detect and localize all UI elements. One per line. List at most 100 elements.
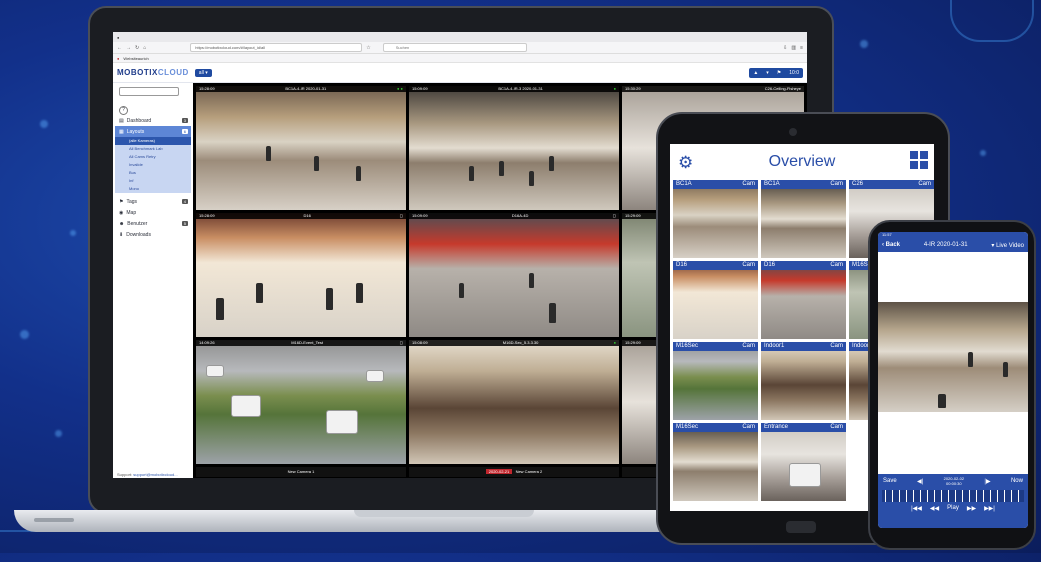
skip-start-icon[interactable]: |◀◀	[911, 505, 922, 512]
layout-item[interactable]: Invalide	[115, 161, 191, 169]
save-button[interactable]: Save	[883, 478, 897, 484]
layouts-submenu: (alle Kameras) All Benchmark Lab All Cam…	[115, 137, 191, 193]
playback-controls: Save ◀| 2020-02-02 00:00:30 |▶ Now |◀◀ ◀◀…	[878, 474, 1028, 528]
menu-icon[interactable]: ≡	[800, 45, 803, 51]
camera-time: 15:09:09	[412, 86, 428, 91]
bookmark-link[interactable]: Websiteaurich	[123, 56, 148, 61]
overview-tile[interactable]: M16Sec Cam	[673, 342, 758, 420]
layouts-icon: ▦	[119, 128, 124, 135]
camera-name: D16	[303, 213, 311, 218]
camera-label: 2020-02-21 New Camera 2	[409, 467, 619, 477]
person-figure	[549, 303, 556, 323]
browser-tab[interactable]: ●	[117, 35, 122, 40]
phone-video-feed[interactable]	[878, 302, 1028, 412]
car-shape	[231, 395, 261, 417]
live-video-toggle[interactable]: ▾ Live Video	[991, 242, 1024, 249]
overview-tile[interactable]: D16 Cam	[673, 261, 758, 339]
layout-item[interactable]: Bus	[115, 169, 191, 177]
timeline-scrubber[interactable]	[882, 490, 1024, 502]
fast-forward-icon[interactable]: ▶▶	[967, 505, 976, 512]
address-bar[interactable]: https://mobotixcloud.com/#/layout_id/all	[190, 43, 363, 52]
step-forward-icon[interactable]: |▶	[984, 478, 990, 485]
tablet-home-button[interactable]	[786, 521, 816, 533]
camera-tile[interactable]: 15:09:09 D16A-4D ◻	[409, 213, 619, 337]
sidebar-item-benutzer[interactable]: ☻ Benutzer 5	[115, 218, 191, 229]
flag-icon[interactable]: ⚑	[777, 70, 781, 76]
bell-icon[interactable]: ▲	[753, 70, 758, 76]
overview-tile[interactable]: Entrance Cam	[761, 423, 846, 501]
overview-tile[interactable]: BC1A Cam	[761, 180, 846, 258]
forward-icon[interactable]: →	[126, 45, 131, 51]
overview-tile[interactable]: D16 Cam	[761, 261, 846, 339]
tile-bar: Entrance Cam	[761, 423, 846, 432]
camera-tile[interactable]: 15:09:09 BC1A-4-IR-3 2020-01-31 ●	[409, 86, 619, 210]
download-icon[interactable]: ⇩	[783, 45, 787, 51]
overview-tile[interactable]: BC1A Cam	[673, 180, 758, 258]
tile-tag: Cam	[830, 424, 843, 430]
layout-item[interactable]: (alle Kameras)	[115, 137, 191, 145]
reload-icon[interactable]: ↻	[135, 45, 139, 51]
scope-dropdown[interactable]: all ▾	[194, 68, 212, 77]
sidebar-item-dashboard[interactable]: ▤ Dashboard 3	[115, 115, 191, 126]
rewind-icon[interactable]: ◀◀	[930, 505, 939, 512]
camera-tile[interactable]: 15:28:09 D16 ◻	[196, 213, 406, 337]
back-icon[interactable]: ←	[117, 45, 122, 51]
camera-status-icon: ● ●	[397, 86, 403, 91]
tile-tag: Cam	[830, 181, 843, 187]
overview-tile[interactable]: M16Sec Cam	[673, 423, 758, 501]
sidebar-item-downloads[interactable]: ⬇ Downloads	[115, 229, 191, 240]
camera-status-icon: ◻	[612, 213, 616, 218]
scope-label: all	[198, 69, 204, 76]
step-back-icon[interactable]: ◀|	[917, 478, 923, 485]
library-icon[interactable]: ▥	[791, 45, 796, 51]
now-button[interactable]: Now	[1011, 478, 1023, 484]
back-button[interactable]: ‹ Back	[882, 242, 900, 248]
sidebar-item-label: Dashboard	[126, 117, 152, 124]
person-figure	[968, 352, 973, 367]
dropdown-icon[interactable]: ▾	[766, 70, 769, 76]
count-badge: 4	[181, 199, 188, 204]
overview-header: ⚙ Overview	[670, 144, 934, 180]
settings-gear-icon[interactable]: ⚙	[678, 153, 693, 173]
skip-end-icon[interactable]: ▶▶|	[984, 505, 995, 512]
tile-name: D16	[676, 262, 688, 268]
bookmark-star-icon[interactable]: ☆	[366, 45, 370, 51]
sidebar-item-tags[interactable]: ⚑ Tags 4	[115, 196, 191, 207]
person-figure	[356, 166, 361, 181]
layout-item[interactable]: All Benchmark Lab	[115, 145, 191, 153]
camera-title-bar: 15:28:09 D16 ◻	[196, 213, 406, 219]
camera-status-icon: ●	[613, 340, 616, 345]
grid-view-icon[interactable]	[910, 151, 928, 169]
help-icon[interactable]: ?	[119, 106, 128, 115]
sidebar-item-layouts[interactable]: ▦ Layouts 6	[115, 126, 191, 137]
camera-tile[interactable]: 15:08:09 M16D-Sec_5.3.3.30 ●	[409, 340, 619, 464]
camera-tile[interactable]: 14:09:26 M16D-Event_Test ◻	[196, 340, 406, 464]
tile-bar: D16 Cam	[761, 261, 846, 270]
camera-label: New Camera 1	[196, 467, 406, 477]
home-icon[interactable]: ⌂	[143, 45, 146, 51]
camera-time: 15:30:29	[625, 86, 641, 91]
layout-item[interactable]: Inf	[115, 177, 191, 185]
car-shape	[789, 463, 821, 487]
person-figure	[529, 273, 534, 288]
sidebar-item-label: Benutzer	[127, 220, 148, 227]
overview-tile[interactable]: Indoor1 Cam	[761, 342, 846, 420]
layout-item[interactable]: Mono	[115, 185, 191, 193]
play-button[interactable]: Play	[947, 505, 959, 512]
support-label: Support:	[117, 472, 133, 477]
header-toolbar: ▲ ▾ ⚑ 10:0	[749, 67, 803, 78]
support-info: Support: support@mobotixcloud...	[117, 472, 178, 477]
sidebar-search-input[interactable]	[119, 87, 179, 96]
back-label: Back	[885, 242, 901, 248]
sidebar-item-map[interactable]: ◉ Map	[115, 207, 191, 218]
camera-name: BC1A-4-IR-3 2020-01-31	[498, 86, 543, 91]
bg-circuit-line	[0, 530, 300, 562]
person-figure	[459, 283, 464, 298]
tile-bar: M16Sec Cam	[673, 423, 758, 432]
search-input[interactable]: Suchen	[382, 43, 527, 52]
layout-item[interactable]: All Cams Retry	[115, 153, 191, 161]
mobotix-logo[interactable]: MOBOTIXCLOUD	[117, 68, 189, 77]
support-email-link[interactable]: support@mobotixcloud...	[133, 472, 177, 477]
camera-tile[interactable]: 15:28:09 BC1A-4-IR 2020-01-31 ● ●	[196, 86, 406, 210]
sidebar-item-label: Tags	[126, 198, 138, 205]
